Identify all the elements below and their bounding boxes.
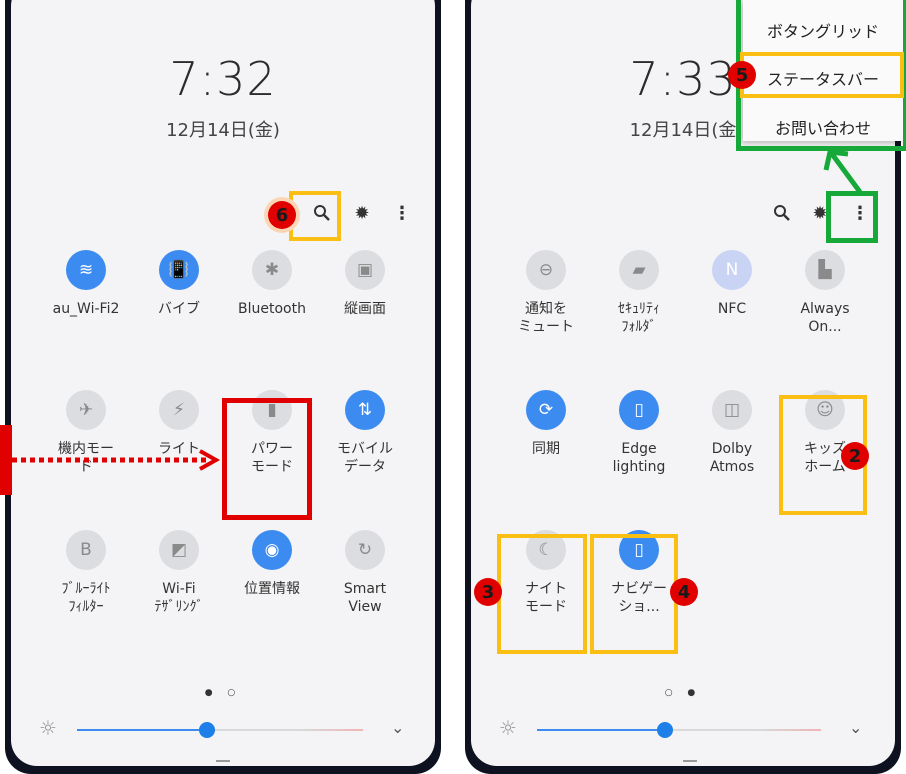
clock: 7:32	[169, 52, 277, 106]
quick-tile[interactable]: N NFC	[687, 250, 777, 318]
highlight-more-menu	[826, 191, 878, 243]
tile-label: au_Wi-Fi2	[52, 301, 120, 317]
tile-label: ﾌﾞﾙｰﾗｲﾄ ﾌｨﾙﾀｰ	[61, 581, 111, 615]
highlight-night-mode	[497, 534, 587, 654]
quick-tile[interactable]: ≋ au_Wi-Fi2	[41, 250, 131, 318]
quick-tile[interactable]: ↻ Smart View	[320, 530, 410, 616]
highlight-navigation-bar	[590, 534, 678, 654]
vibrate-icon: 📳	[159, 250, 199, 290]
tile-label: NFC	[717, 301, 747, 317]
left-phone: 7:32 12月14日(金) ✹ ⋮ ≋ au_Wi-Fi2 📳 バイブ ✱ Blueto…	[5, 0, 441, 774]
nfc-icon: N	[712, 250, 752, 290]
tile-label: バイブ	[158, 301, 200, 317]
mute-icon: ⊖	[526, 250, 566, 290]
tile-label: Smart View	[343, 581, 387, 615]
quick-tile[interactable]: ⟳ 同期	[501, 390, 591, 458]
quick-tile[interactable]: ⇅ モバイル データ	[320, 390, 410, 476]
quick-tile[interactable]: ◩ Wi-Fi ﾃｻﾞﾘﾝｸﾞ	[134, 530, 224, 616]
tile-label: Wi-Fi ﾃｻﾞﾘﾝｸﾞ	[154, 581, 204, 615]
highlight-power-mode	[222, 398, 312, 520]
step-badge-5: 5	[728, 61, 756, 89]
brightness-slider-track[interactable]	[207, 729, 363, 731]
wifi-icon: ≋	[66, 250, 106, 290]
tile-label: 位置情報	[244, 581, 300, 597]
brightness-slider-track[interactable]	[665, 729, 821, 731]
hotspot-icon: ◩	[159, 530, 199, 570]
brightness-slider-fill	[77, 729, 207, 731]
quick-tile[interactable]: ◫ Dolby Atmos	[687, 390, 777, 476]
tile-label: Always On...	[800, 301, 850, 335]
airplane-icon: ✈	[66, 390, 106, 430]
edge-lighting-icon: ▯	[619, 390, 659, 430]
annotation-marker	[0, 425, 12, 495]
page-indicator: ○ ●	[664, 688, 702, 698]
brightness-icon: ☼	[499, 716, 517, 740]
tile-label: Dolby Atmos	[709, 441, 755, 475]
tile-label: 通知を ミュート	[518, 301, 574, 335]
brightness-slider-fill	[537, 729, 665, 731]
tile-label: ｾｷｭﾘﾃｨ ﾌｫﾙﾀﾞ	[618, 301, 660, 335]
highlight-search	[289, 191, 341, 241]
step-badge-2: 2	[841, 442, 869, 470]
flashlight-icon: ⚡	[159, 390, 199, 430]
chevron-down-icon[interactable]: ⌄	[849, 718, 862, 737]
sync-icon: ⟳	[526, 390, 566, 430]
portrait-lock-icon: ▣	[345, 250, 385, 290]
more-vert-icon[interactable]: ⋮	[389, 200, 415, 226]
date: 12月14日(金)	[166, 120, 280, 141]
quick-tile[interactable]: ▯ Edge lighting	[594, 390, 684, 476]
brightness-slider-thumb[interactable]	[199, 722, 215, 738]
step-badge-4: 4	[670, 578, 698, 606]
chevron-down-icon[interactable]: ⌄	[391, 718, 404, 737]
always-on-icon: ▙	[805, 250, 845, 290]
quick-tile[interactable]: ✱ Bluetooth	[227, 250, 317, 318]
tile-label: Edge lighting	[612, 441, 666, 475]
quick-tile[interactable]: B ﾌﾞﾙｰﾗｲﾄ ﾌｨﾙﾀｰ	[41, 530, 131, 616]
panel-handle[interactable]	[216, 760, 230, 762]
mobile-data-icon: ⇅	[345, 390, 385, 430]
quick-tile[interactable]: ⊖ 通知を ミュート	[501, 250, 591, 336]
page-indicator: ● ○	[204, 688, 242, 698]
quick-tile[interactable]: ▰ ｾｷｭﾘﾃｨ ﾌｫﾙﾀﾞ	[594, 250, 684, 336]
quick-tile[interactable]: ▙ Always On...	[780, 250, 870, 336]
tile-label: 縦画面	[344, 301, 386, 317]
bluetooth-icon: ✱	[252, 250, 292, 290]
dolby-icon: ◫	[712, 390, 752, 430]
step-badge-6: 6	[268, 201, 296, 229]
gear-icon[interactable]: ✹	[349, 200, 375, 226]
quick-tile[interactable]: 📳 バイブ	[134, 250, 224, 318]
smart-view-icon: ↻	[345, 530, 385, 570]
panel-handle[interactable]	[683, 760, 697, 762]
annotation-arrow	[12, 449, 221, 471]
location-icon: ◉	[252, 530, 292, 570]
quick-tile[interactable]: ▣ 縦画面	[320, 250, 410, 318]
step-badge-3: 3	[474, 578, 502, 606]
tile-label: モバイル データ	[337, 441, 393, 475]
annotation-arrow-green	[823, 149, 863, 194]
search-icon[interactable]	[769, 200, 795, 226]
quick-tile[interactable]: ◉ 位置情報	[227, 530, 317, 598]
highlight-status-bar	[740, 52, 904, 98]
secure-folder-icon: ▰	[619, 250, 659, 290]
brightness-icon: ☼	[39, 716, 57, 740]
tile-label: 同期	[532, 441, 560, 457]
blue-light-icon: B	[66, 530, 106, 570]
tile-label: Bluetooth	[238, 301, 306, 317]
quick-panel-left: 7:32 12月14日(金) ✹ ⋮ ≋ au_Wi-Fi2 📳 バイブ ✱ Blueto…	[11, 0, 435, 766]
brightness-slider-thumb[interactable]	[657, 722, 673, 738]
